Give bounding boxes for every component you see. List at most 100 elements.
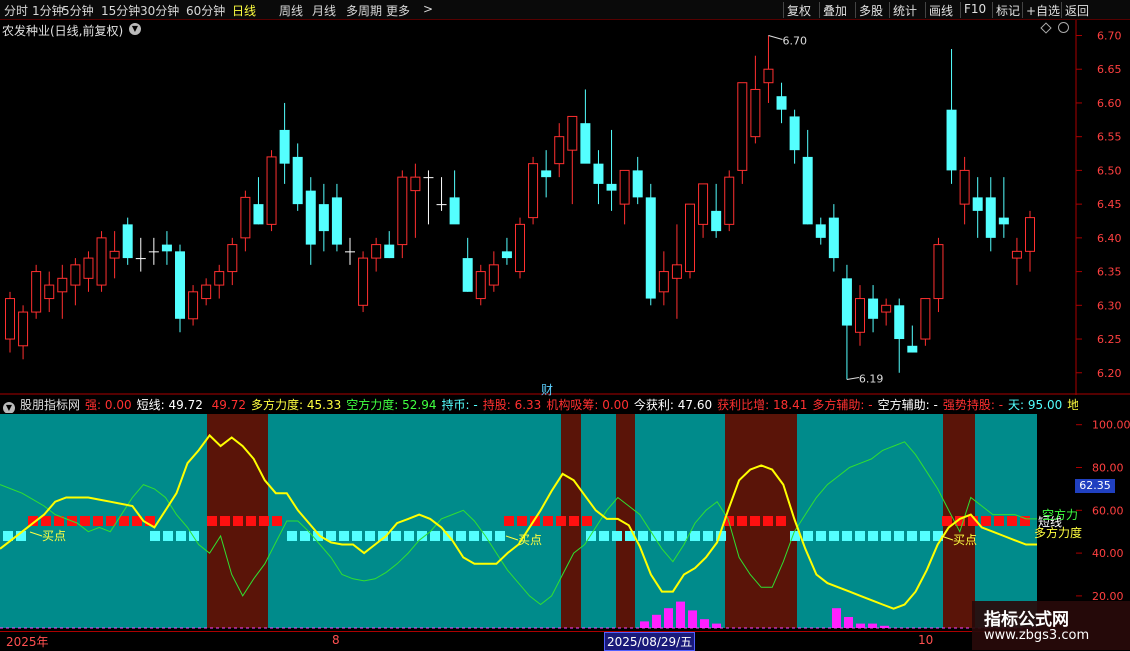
magenta-bar — [832, 608, 841, 628]
label-duo: 多方力度 — [1034, 525, 1082, 540]
indicator-item-value: 0.00 — [602, 398, 629, 412]
cyan-square — [287, 530, 297, 541]
red-square — [517, 516, 527, 526]
cyan-square — [842, 530, 852, 541]
magenta-bar — [664, 608, 673, 628]
cyan-square — [677, 530, 687, 541]
date-label-oct: 10 — [918, 633, 934, 647]
indicator-chart[interactable]: 100.0080.0060.0040.0020.00买点 买点 买点短线空方力多方力… — [0, 0, 1130, 650]
indicator-item: 机构吸筹: 0.00 — [546, 398, 629, 412]
indicator-item-value: 52.94 — [402, 398, 437, 412]
chevron-down-icon[interactable]: ▼ — [3, 402, 15, 413]
indicator-item-label: 多方力度: — [251, 398, 304, 412]
red-square — [556, 516, 566, 526]
indicator-item-value: 45.33 — [306, 398, 342, 412]
cyan-square — [690, 530, 700, 541]
indicator-item: 强势持股: - — [943, 398, 1003, 412]
cyan-square — [469, 530, 479, 541]
indicator-legend-bar: ▼ 股朋指标网 强: 0.00 短线: 49.72 49.72 多方力度: 45.33 空… — [0, 396, 1078, 413]
indicator-item-value: - — [998, 398, 1004, 412]
cyan-square — [163, 530, 173, 541]
watermark-url: www.zbgs3.com — [984, 628, 1090, 643]
indicator-item: 强: 0.00 — [85, 398, 132, 412]
red-square — [220, 516, 230, 526]
cyan-square — [816, 530, 826, 541]
cyan-square — [339, 530, 349, 541]
magenta-bar — [676, 601, 685, 628]
indicator-item-label: 获利比增: — [717, 398, 770, 412]
ind-tick-label: 80.00 — [1092, 462, 1124, 475]
indicator-item: 空方辅助: - — [878, 398, 938, 412]
indicator-item-value: 6.33 — [514, 398, 542, 412]
red-square — [750, 516, 760, 526]
cyan-square — [612, 530, 622, 541]
indicator-item-value: - — [933, 398, 938, 412]
magenta-bar — [712, 623, 721, 628]
red-square — [93, 516, 103, 526]
indicator-item-label: 持股: — [482, 398, 511, 412]
indicator-name[interactable]: 股朋指标网 — [20, 398, 80, 412]
red-square — [582, 516, 592, 526]
cyan-square — [495, 530, 505, 541]
cyan-square — [803, 530, 813, 541]
watermark-title: 指标公式网 — [984, 610, 1069, 630]
cyan-square — [907, 530, 917, 541]
date-label-year: 2025年 — [6, 635, 49, 649]
indicator-item: 短线: 49.72 — [137, 398, 203, 412]
indicator-item-label: 空方辅助: — [877, 398, 930, 412]
indicator-item-label: 多方辅助: — [812, 398, 865, 412]
cyan-square — [703, 530, 713, 541]
indicator-item-value: 0.00 — [104, 398, 132, 412]
magenta-bar — [844, 617, 853, 628]
cyan-square — [300, 530, 310, 541]
red-square — [233, 516, 243, 526]
indicator-item-value: 18.41 — [773, 398, 808, 412]
red-square — [1007, 516, 1017, 526]
red-square — [80, 516, 90, 526]
cyan-square — [365, 530, 375, 541]
indicator-item-value: 49.72 — [211, 398, 247, 412]
red-square — [504, 516, 514, 526]
date-axis: 2025年 8 2025/08/29/五 10 — [0, 631, 1076, 651]
indicator-item: 今获利: 47.60 — [634, 398, 712, 412]
cyan-square — [456, 530, 466, 541]
indicator-item-value: 95.00 — [1027, 398, 1063, 412]
cyan-square — [868, 530, 878, 541]
buy-label: 买点 — [42, 529, 66, 543]
date-label-aug: 8 — [332, 633, 340, 647]
label-kong: 空方力 — [1042, 507, 1078, 522]
red-square — [207, 516, 217, 526]
red-square — [737, 516, 747, 526]
indicator-item: 多方辅助: - — [812, 398, 872, 412]
cyan-square — [855, 530, 865, 541]
cyan-square — [920, 530, 930, 541]
indicator-item: 空方力度: 52.94 — [346, 398, 436, 412]
indicator-item-label: 机构吸筹: — [546, 398, 599, 412]
magenta-bar — [868, 623, 877, 628]
cyan-square — [638, 530, 648, 541]
cyan-square — [482, 530, 492, 541]
red-square — [246, 516, 256, 526]
red-square — [942, 516, 952, 526]
indicator-item-label: 持币: — [441, 398, 470, 412]
cyan-square — [391, 530, 401, 541]
ind-tick-label: 100.00 — [1092, 419, 1130, 432]
cyan-square — [894, 530, 904, 541]
indicator-item-label: 空方力度: — [346, 398, 399, 412]
magenta-bar — [652, 614, 661, 628]
buy-label: 买点 — [518, 533, 542, 547]
ind-tick-label: 60.00 — [1092, 504, 1124, 517]
cyan-square — [430, 530, 440, 541]
red-square — [259, 516, 269, 526]
buy-label: 买点 — [953, 533, 977, 547]
magenta-bar — [688, 610, 697, 628]
red-square — [981, 516, 991, 526]
indicator-item: 多方力度: 45.33 — [251, 398, 341, 412]
indicator-item-label: 强: — [85, 398, 102, 412]
date-selected[interactable]: 2025/08/29/五 — [604, 632, 696, 651]
magenta-bar — [856, 623, 865, 628]
indicator-item-label: 今获利: — [633, 398, 674, 412]
red-square — [994, 516, 1004, 526]
indicator-item-label: 天: — [1008, 398, 1025, 412]
indicator-item: 获利比增: 18.41 — [717, 398, 807, 412]
